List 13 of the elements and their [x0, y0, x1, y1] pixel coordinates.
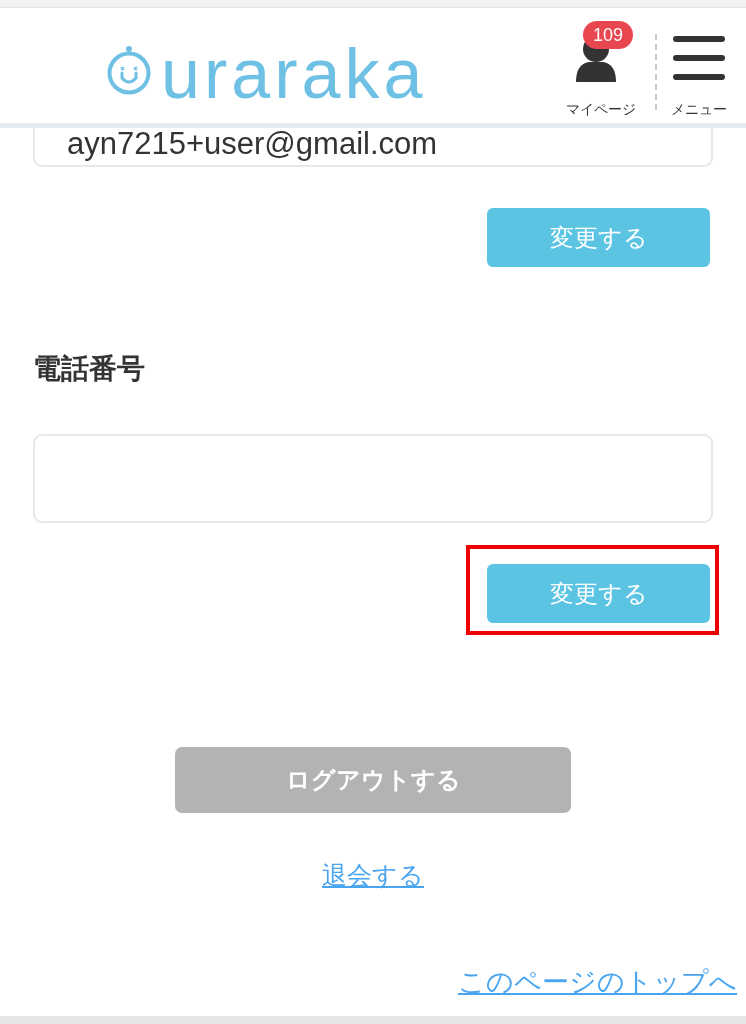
logo-text: uraraka — [161, 39, 427, 109]
notification-badge: 109 — [583, 21, 634, 49]
withdraw-link[interactable]: 退会する — [322, 858, 424, 892]
logout-button[interactable]: ログアウトする — [175, 747, 571, 813]
menu-label[interactable]: メニュー — [671, 102, 727, 116]
section-heading: 電話番号 — [33, 352, 145, 386]
page-top-link[interactable]: このページのトップへ — [458, 965, 737, 999]
email-field[interactable]: ayn7215+user@gmail.com — [33, 128, 713, 167]
change-button[interactable]: 変更する — [487, 208, 710, 267]
change-button[interactable]: 変更する — [487, 564, 710, 623]
mypage-link[interactable]: マイページ — [566, 102, 636, 116]
menu-icon — [673, 36, 725, 80]
smiley-face-icon — [107, 43, 153, 95]
